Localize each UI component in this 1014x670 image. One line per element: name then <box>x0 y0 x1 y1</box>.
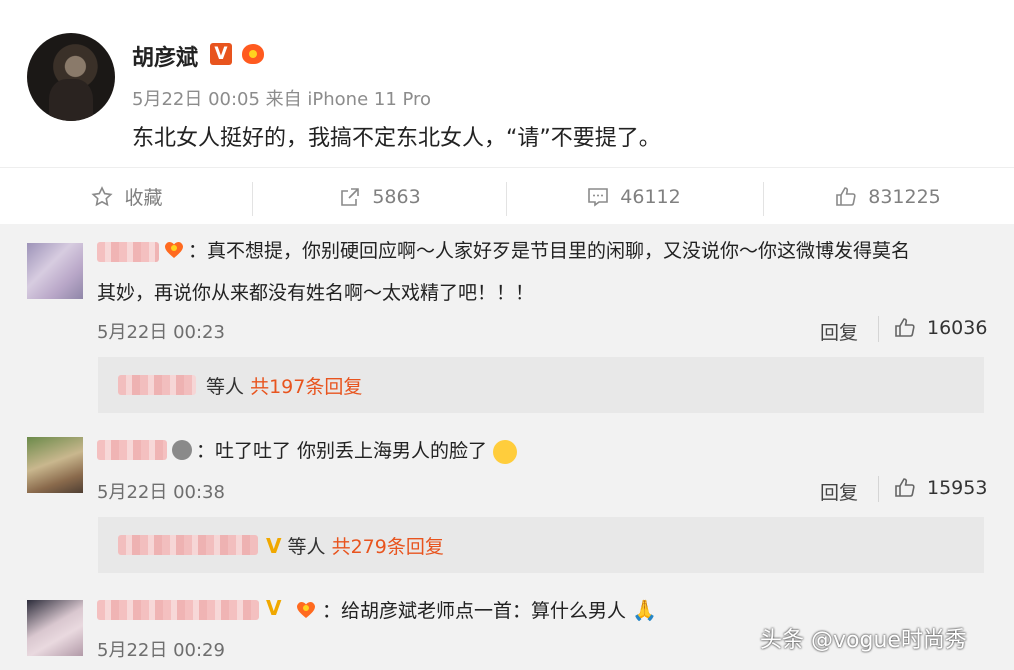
sub-replies-box[interactable]: 等人 共197条回复 <box>98 357 984 413</box>
commenter-avatar[interactable] <box>27 600 83 656</box>
reply-button[interactable]: 回复 <box>820 478 858 505</box>
thumb-up-icon <box>895 318 915 337</box>
comment-button[interactable]: 46112 <box>507 168 760 225</box>
fan-heart-icon <box>238 42 266 66</box>
sub-replies-count[interactable]: 共197条回复 <box>250 376 362 398</box>
commenter-avatar[interactable] <box>27 437 83 493</box>
comment-like-count: 15953 <box>927 477 988 499</box>
comment-count: 46112 <box>620 185 681 208</box>
vomit-emoji-icon <box>493 439 518 464</box>
comment-like-button[interactable]: 16036 <box>893 316 987 340</box>
like-count: 831225 <box>868 185 941 208</box>
weibo-post: 胡彦斌 V 5月22日 00:05 来自 iPhone 11 Pro 东北女人挺… <box>0 0 1014 167</box>
sub-replies-suffix: 等人 <box>287 536 326 558</box>
comment-time: 5月22日 00:38 <box>97 482 225 503</box>
sub-replies-summary: 等人 共197条回复 <box>206 372 362 399</box>
watermark: 头条 @vogue时尚秀 <box>760 628 967 653</box>
comment-icon <box>588 187 609 207</box>
pray-hands-icon: 🙏 <box>632 598 657 622</box>
reply-user-blurred <box>118 535 258 555</box>
star-outline-icon <box>91 185 114 206</box>
post-meta: 5月22日 00:05 来自 iPhone 11 Pro <box>132 89 432 110</box>
sub-replies-suffix: 等人 <box>206 376 245 398</box>
comment-text-content: ：给胡彦斌老师点一首：算什么男人 <box>322 600 627 622</box>
comment-like-button[interactable]: 15953 <box>893 476 987 500</box>
thumb-up-icon <box>895 478 915 497</box>
author-name[interactable]: 胡彦斌 <box>132 40 198 72</box>
like-button[interactable]: 831225 <box>761 168 1014 225</box>
comment-text-content: ：吐了吐了 你别丢上海男人的脸了 <box>196 440 488 462</box>
favorite-label: 收藏 <box>124 187 163 209</box>
commenter-name-blurred[interactable] <box>97 242 159 262</box>
comment-text: ：真不想提，你别硬回应啊～人家好歹是节目里的闲聊，又没说你～你这微博发得莫名 <box>188 240 911 262</box>
favorite-button[interactable]: 收藏 <box>0 168 253 225</box>
share-icon <box>341 187 360 206</box>
repost-count: 5863 <box>372 185 421 208</box>
comment-time: 5月22日 00:23 <box>97 322 225 343</box>
commenter-name-blurred[interactable] <box>97 440 167 460</box>
gold-verified-badge: V <box>266 534 282 558</box>
sub-replies-summary: V 等人 共279条回复 <box>266 532 444 559</box>
verified-badge: V <box>210 43 232 65</box>
author-avatar[interactable] <box>27 33 115 121</box>
commenter-name-blurred[interactable] <box>97 600 259 620</box>
comment-time: 5月22日 00:29 <box>97 640 225 661</box>
user-badge-icon <box>172 440 192 460</box>
divider <box>878 316 879 342</box>
thumb-up-icon <box>836 186 856 206</box>
comment-list: ：真不想提，你别硬回应啊～人家好歹是节目里的闲聊，又没说你～你这微博发得莫名 其… <box>0 224 1014 670</box>
reply-user-blurred <box>118 375 196 395</box>
sub-replies-box[interactable]: V 等人 共279条回复 <box>98 517 984 573</box>
comment-text: ：吐了吐了 你别丢上海男人的脸了 <box>196 432 518 470</box>
commenter-avatar[interactable] <box>27 243 83 299</box>
comment-like-count: 16036 <box>927 317 988 339</box>
divider <box>878 476 879 502</box>
post-content: 东北女人挺好的，我搞不定东北女人，“请”不要提了。 <box>132 126 661 151</box>
repost-button[interactable]: 5863 <box>253 168 506 225</box>
reply-button[interactable]: 回复 <box>820 318 858 345</box>
comment-text-continued: 其妙，再说你从来都没有姓名啊～太戏精了吧！！！ <box>97 282 535 304</box>
comment-text: ：给胡彦斌老师点一首：算什么男人 🙏 <box>322 591 657 630</box>
sub-replies-count[interactable]: 共279条回复 <box>332 536 444 558</box>
fan-badge-icon <box>165 242 183 258</box>
gold-verified-badge: V <box>266 596 282 620</box>
action-bar: 收藏 5863 46112 831225 <box>0 167 1014 224</box>
fan-badge-icon <box>297 602 315 618</box>
